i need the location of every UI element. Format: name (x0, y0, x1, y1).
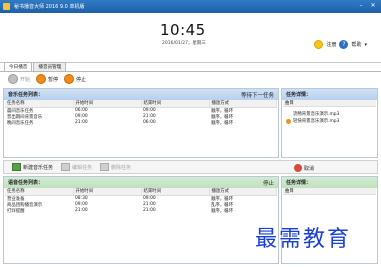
voice-task-panel: 语音任务列表： 停止 任务名称 开始时间 结束时间 播放方式 营业准备 08:3… (3, 176, 279, 264)
music-file-icon (286, 112, 291, 117)
music-detail-title: 任务详情： (286, 92, 312, 98)
col-end-time[interactable]: 结束时间 (141, 188, 210, 196)
help-link[interactable]: 帮助 (351, 41, 361, 48)
start-label: 开始 (20, 76, 31, 83)
music-detail-header: 任务详情： (282, 89, 377, 100)
music-detail-column[interactable]: 曲目 (283, 100, 376, 107)
playing-icon (286, 118, 291, 124)
delete-task-label: 删除任务 (111, 164, 132, 171)
music-task-header: 音乐任务列表： 等待下一任务 (4, 89, 278, 100)
music-task-status: 等待下一任务 (240, 92, 274, 99)
edit-icon (61, 163, 71, 171)
voice-detail-column[interactable]: 曲目 (283, 188, 376, 195)
stop-label: 停止 (76, 76, 87, 83)
app-icon (3, 3, 10, 10)
voice-task-table: 任务名称 开始时间 结束时间 播放方式 营业准备 08:30 09:00 顺序，… (5, 188, 277, 214)
stop-icon (64, 74, 75, 84)
voice-task-status: 停止 (262, 180, 274, 187)
music-task-title: 音乐任务列表： (8, 92, 44, 98)
pause-label: 暂停 (48, 76, 59, 83)
col-end-time[interactable]: 结束时间 (141, 100, 210, 108)
pause-icon (36, 74, 47, 84)
new-music-task-button[interactable]: 新建音乐任务 (12, 163, 53, 171)
cancel-label: 取消 (304, 165, 315, 172)
add-icon (12, 163, 21, 171)
voice-detail-title: 任务详情： (286, 180, 312, 186)
cell: 21:00 (75, 208, 88, 213)
delete-task-button[interactable]: 删除任务 (100, 163, 131, 171)
table-row[interactable]: 打烊提醒 21:00 21:00 顺序，循环 (5, 208, 277, 214)
table-row[interactable]: 晚间音乐任务 21:00 06:00 顺序，循环 (5, 120, 277, 126)
smile-icon (314, 40, 324, 49)
delete-icon (100, 163, 110, 171)
cancel-button[interactable]: 取消 (294, 164, 314, 172)
minimize-icon[interactable]: – (356, 2, 366, 10)
col-task-name[interactable]: 任务名称 (5, 188, 74, 196)
cell: 06:00 (143, 120, 156, 125)
clock: 10:45 (160, 21, 206, 39)
help-icon[interactable]: ? (339, 40, 349, 49)
close-icon[interactable]: ✕ (368, 2, 378, 10)
music-task-panel: 音乐任务列表： 等待下一任务 任务名称 开始时间 结束时间 播放方式 晨间音乐任… (3, 88, 279, 158)
track-name: 流畅背景音乐演示.mp3 (293, 112, 340, 117)
window-title: 秘书播音大师 2016 9.0 单机版 (14, 4, 85, 10)
col-play-mode[interactable]: 播放方式 (209, 188, 277, 196)
cell: 打烊提醒 (7, 208, 25, 214)
list-item[interactable]: 轻快背景音乐演示.mp3 (286, 118, 339, 124)
edit-task-label: 编辑任务 (72, 164, 93, 171)
tab-today-broadcast[interactable]: 今日播音 (4, 62, 33, 71)
col-task-name[interactable]: 任务名称 (5, 100, 74, 108)
voice-detail-header: 任务详情： (282, 177, 377, 188)
voice-task-title: 语音任务列表： (8, 180, 44, 186)
stop-button[interactable]: 停止 (64, 74, 86, 84)
tab-strip: 今日播音 播音员管理 (4, 62, 67, 71)
edit-task-button[interactable]: 编辑任务 (61, 163, 92, 171)
tab-announcer-management[interactable]: 播音员管理 (33, 62, 67, 71)
window-controls: – ✕ (356, 2, 378, 10)
watermark: 最需教育 (255, 227, 352, 252)
cell: 21:00 (75, 120, 88, 125)
date-label: 2016/01/27，星期三 (162, 41, 206, 46)
music-task-table: 任务名称 开始时间 结束时间 播放方式 晨间音乐任务 06:00 09:00 顺… (5, 100, 277, 126)
help-dropdown-caret[interactable]: ▾ (364, 42, 367, 48)
col-play-mode[interactable]: 播放方式 (209, 100, 277, 108)
cell: 顺序，循环 (211, 120, 233, 126)
task-action-bar: 新建音乐任务 编辑任务 删除任务 取消 (3, 160, 378, 174)
register-link[interactable]: 注册 (326, 41, 336, 48)
new-task-label: 新建音乐任务 (23, 164, 54, 171)
header-links: 注册 ? 帮助 ▾ (314, 40, 367, 49)
tab-divider (0, 71, 381, 72)
start-button[interactable]: 开始 (8, 74, 30, 84)
cell: 顺序，循环 (211, 208, 233, 214)
pause-button[interactable]: 暂停 (36, 74, 58, 84)
list-item[interactable]: 流畅背景音乐演示.mp3 (286, 111, 339, 117)
voice-task-header: 语音任务列表： 停止 (4, 177, 278, 188)
title-bar: 秘书播音大师 2016 9.0 单机版 – ✕ (0, 0, 381, 13)
music-detail-panel: 任务详情： 曲目 流畅背景音乐演示.mp3 轻快背景音乐演示.mp3 (281, 88, 378, 158)
cancel-icon (294, 164, 302, 172)
col-start-time[interactable]: 开始时间 (73, 188, 142, 196)
col-start-time[interactable]: 开始时间 (73, 100, 142, 108)
cell: 晚间音乐任务 (7, 120, 34, 126)
cell: 21:00 (143, 208, 156, 213)
track-name: 轻快背景音乐演示.mp3 (293, 119, 340, 124)
playback-toolbar: 开始 暂停 停止 (8, 74, 86, 84)
play-icon (8, 74, 18, 84)
